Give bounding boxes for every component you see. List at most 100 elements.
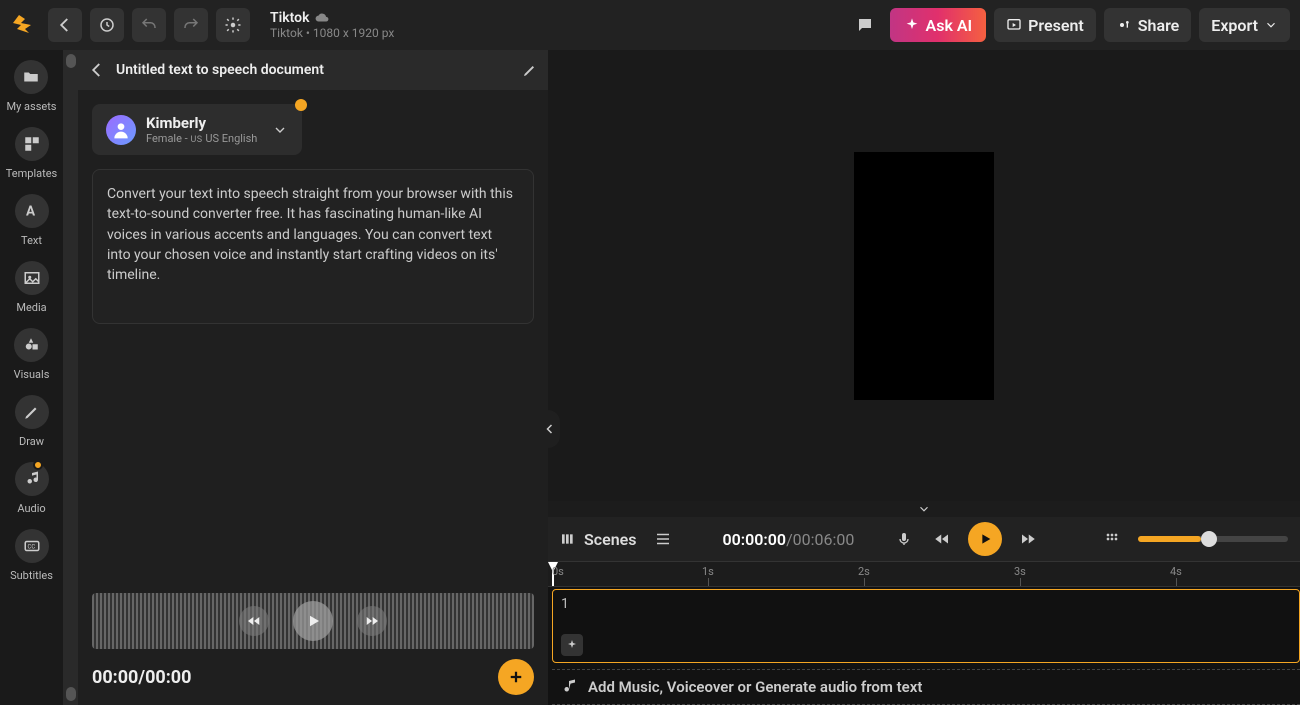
canvas[interactable] [548, 50, 1300, 501]
cc-icon: CC [23, 537, 41, 555]
pencil-icon [23, 403, 41, 421]
project-subtitle: Tiktok • 1080 x 1920 px [270, 26, 394, 40]
back-button[interactable] [48, 8, 82, 42]
ruler-tick: 0s [552, 565, 564, 578]
image-icon [23, 269, 41, 287]
sidebar-label: My assets [7, 100, 57, 113]
project-title-block[interactable]: Tiktok Tiktok • 1080 x 1920 px [270, 10, 394, 40]
timeline-controls: Scenes 00:00:00/00:06:00 [548, 517, 1300, 561]
voice-notification-dot [295, 99, 307, 111]
scenes-button[interactable]: Scenes [560, 530, 637, 549]
sidebar-label: Templates [6, 167, 57, 180]
sidebar-item-assets[interactable]: My assets [7, 60, 57, 113]
zoom-fill [1138, 536, 1201, 542]
track-effects-button[interactable] [561, 634, 583, 656]
share-label: Share [1138, 16, 1180, 35]
chevron-down-icon [272, 122, 288, 138]
templates-icon [23, 135, 41, 153]
audio-track-hint: Add Music, Voiceover or Generate audio f… [588, 678, 922, 696]
preview-area: Scenes 00:00:00/00:06:00 0s 1s [548, 50, 1300, 705]
folder-icon [22, 68, 40, 86]
history-button[interactable] [90, 8, 124, 42]
sidebar-label: Subtitles [10, 569, 53, 582]
undo-button[interactable] [132, 8, 166, 42]
sidebar-item-subtitles[interactable]: CC Subtitles [10, 529, 53, 582]
sidebar: My assets Templates A Text Media Visuals… [0, 50, 64, 705]
ruler-tick: 2s [858, 565, 870, 578]
scroll-down-arrow[interactable] [66, 687, 76, 701]
project-name: Tiktok [270, 10, 309, 26]
sidebar-item-audio[interactable]: Audio [15, 462, 49, 515]
video-track[interactable]: 1 [552, 589, 1300, 663]
waveform-area: 00:00/00:00 [78, 593, 548, 705]
chat-button[interactable] [848, 8, 882, 42]
share-button[interactable]: Share [1104, 8, 1192, 42]
topbar: Tiktok Tiktok • 1080 x 1920 px Ask AI Pr… [0, 0, 1300, 50]
settings-button[interactable] [216, 8, 250, 42]
sidebar-label: Draw [19, 435, 44, 448]
edit-icon[interactable] [522, 62, 538, 78]
mic-button[interactable] [892, 527, 916, 551]
sidebar-label: Media [16, 301, 46, 314]
ruler-tick: 4s [1170, 565, 1182, 578]
chevron-down-icon [1264, 18, 1278, 32]
doc-title: Untitled text to speech document [116, 62, 512, 78]
grid-view-button[interactable] [1100, 527, 1124, 551]
sidebar-label: Visuals [14, 368, 50, 381]
share-icon [1116, 17, 1132, 33]
zoom-thumb[interactable] [1201, 531, 1217, 547]
export-button[interactable]: Export [1199, 8, 1290, 42]
voice-name: Kimberly [146, 114, 257, 132]
svg-text:A: A [26, 204, 36, 220]
waveform[interactable] [92, 593, 534, 649]
present-button[interactable]: Present [994, 8, 1096, 42]
sparkle-icon [904, 17, 920, 33]
panel-scrollbar[interactable] [64, 50, 78, 705]
tts-header: Untitled text to speech document [78, 50, 548, 90]
timeline-toggle[interactable] [548, 501, 1300, 517]
notification-dot [33, 460, 43, 470]
present-label: Present [1028, 16, 1084, 35]
timeline-ruler[interactable]: 0s 1s 2s 3s 4s [548, 561, 1300, 587]
music-icon [23, 470, 41, 488]
text-icon: A [23, 202, 41, 220]
wave-play-button[interactable] [293, 601, 333, 641]
sidebar-item-draw[interactable]: Draw [15, 395, 49, 448]
main-body: My assets Templates A Text Media Visuals… [0, 50, 1300, 705]
ask-ai-button[interactable]: Ask AI [890, 8, 987, 42]
rewind-button[interactable] [239, 606, 269, 636]
back-arrow-icon[interactable] [88, 61, 106, 79]
sidebar-label: Audio [17, 502, 45, 515]
export-label: Export [1211, 16, 1258, 35]
wave-time-row: 00:00/00:00 [92, 649, 534, 695]
forward-button[interactable] [357, 606, 387, 636]
audio-track[interactable]: Add Music, Voiceover or Generate audio f… [552, 669, 1300, 705]
add-to-timeline-button[interactable] [498, 659, 534, 695]
sidebar-item-text[interactable]: A Text [15, 194, 49, 247]
scroll-up-arrow[interactable] [66, 54, 76, 68]
sidebar-item-media[interactable]: Media [15, 261, 49, 314]
sidebar-item-visuals[interactable]: Visuals [14, 328, 50, 381]
redo-button[interactable] [174, 8, 208, 42]
scenes-label: Scenes [584, 530, 637, 549]
ask-ai-label: Ask AI [926, 16, 973, 35]
time-display: 00:00:00/00:06:00 [723, 530, 855, 549]
sidebar-label: Text [21, 234, 42, 247]
scenes-icon [560, 531, 576, 547]
list-view-button[interactable] [651, 527, 675, 551]
app-logo[interactable] [10, 10, 40, 40]
cloud-sync-icon [315, 11, 329, 25]
voice-selector[interactable]: Kimberly Female - US US English [92, 104, 302, 155]
voice-avatar [106, 115, 136, 145]
play-button[interactable] [968, 522, 1002, 556]
next-button[interactable] [1016, 527, 1040, 551]
wave-time: 00:00/00:00 [92, 667, 191, 688]
prev-button[interactable] [930, 527, 954, 551]
collapse-panel-button[interactable] [540, 410, 560, 448]
zoom-slider[interactable] [1138, 536, 1288, 542]
video-preview [854, 152, 994, 400]
sidebar-item-templates[interactable]: Templates [6, 127, 57, 180]
tts-text-input[interactable]: Convert your text into speech straight f… [92, 169, 534, 324]
visuals-icon [22, 336, 40, 354]
ruler-tick: 3s [1014, 565, 1026, 578]
